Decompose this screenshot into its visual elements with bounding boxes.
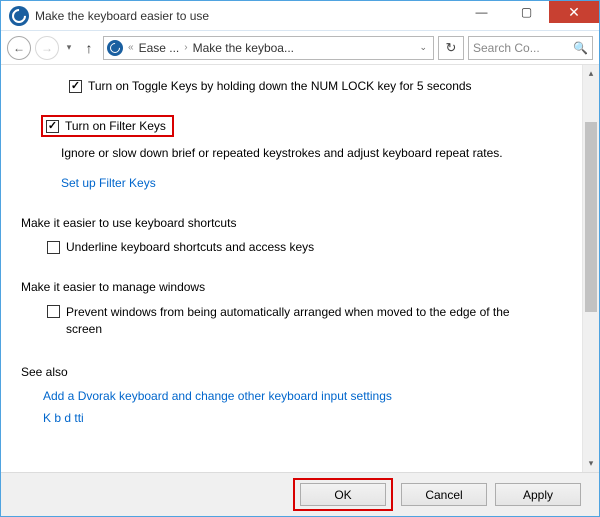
toggle-keys-checkbox[interactable] [69, 80, 82, 93]
refresh-button[interactable]: ↻ [438, 36, 464, 60]
address-bar[interactable]: « Ease ... › Make the keyboa... ⌄ [103, 36, 434, 60]
see-also-title: See also [21, 365, 570, 379]
close-button[interactable]: ✕ [549, 1, 599, 23]
ok-button[interactable]: OK [300, 483, 386, 506]
location-icon [107, 40, 123, 56]
chevrons-icon: « [128, 42, 134, 53]
prevent-arrange-label: Prevent windows from being automatically… [66, 304, 546, 338]
scroll-up-icon[interactable]: ▴ [583, 65, 599, 82]
ok-highlight: OK [293, 478, 393, 511]
prevent-arrange-checkbox[interactable] [47, 305, 60, 318]
cut-off-link[interactable]: K b d tti [43, 411, 570, 423]
apply-button[interactable]: Apply [495, 483, 581, 506]
underline-shortcuts-checkbox[interactable] [47, 241, 60, 254]
filter-keys-highlight: Turn on Filter Keys [41, 115, 174, 137]
navigation-bar: ← → ▾ ↑ « Ease ... › Make the keyboa... … [1, 31, 599, 65]
scroll-track[interactable] [583, 82, 599, 455]
back-button[interactable]: ← [7, 36, 31, 60]
dvorak-link[interactable]: Add a Dvorak keyboard and change other k… [43, 389, 570, 403]
up-button[interactable]: ↑ [79, 40, 99, 56]
minimize-button[interactable]: — [459, 1, 504, 23]
app-icon [9, 6, 29, 26]
dialog-button-bar: OK Cancel Apply [1, 472, 599, 516]
filter-keys-label: Turn on Filter Keys [65, 119, 166, 133]
cancel-button[interactable]: Cancel [401, 483, 487, 506]
scroll-down-icon[interactable]: ▾ [583, 455, 599, 472]
filter-keys-checkbox[interactable] [46, 120, 59, 133]
windows-section-title: Make it easier to manage windows [21, 280, 570, 294]
content-pane: Turn on Toggle Keys by holding down the … [1, 65, 582, 472]
address-dropdown-icon[interactable]: ⌄ [416, 42, 430, 53]
search-icon: 🔍 [573, 41, 588, 55]
filter-keys-description: Ignore or slow down brief or repeated ke… [61, 145, 570, 162]
titlebar: Make the keyboard easier to use — ▢ ✕ [1, 1, 599, 31]
maximize-button[interactable]: ▢ [504, 1, 549, 23]
breadcrumb-parent[interactable]: Ease ... [139, 41, 180, 55]
forward-button[interactable]: → [35, 36, 59, 60]
underline-shortcuts-label: Underline keyboard shortcuts and access … [66, 240, 314, 254]
shortcuts-section-title: Make it easier to use keyboard shortcuts [21, 216, 570, 230]
search-input[interactable]: Search Co... 🔍 [468, 36, 593, 60]
search-placeholder: Search Co... [473, 41, 540, 55]
window-title: Make the keyboard easier to use [35, 9, 209, 23]
chevron-right-icon: › [184, 42, 187, 53]
setup-filter-keys-link[interactable]: Set up Filter Keys [61, 176, 570, 190]
vertical-scrollbar[interactable]: ▴ ▾ [582, 65, 599, 472]
breadcrumb-current[interactable]: Make the keyboa... [193, 41, 294, 55]
toggle-keys-label: Turn on Toggle Keys by holding down the … [88, 79, 472, 93]
scroll-thumb[interactable] [585, 122, 597, 312]
history-dropdown[interactable]: ▾ [63, 42, 75, 53]
